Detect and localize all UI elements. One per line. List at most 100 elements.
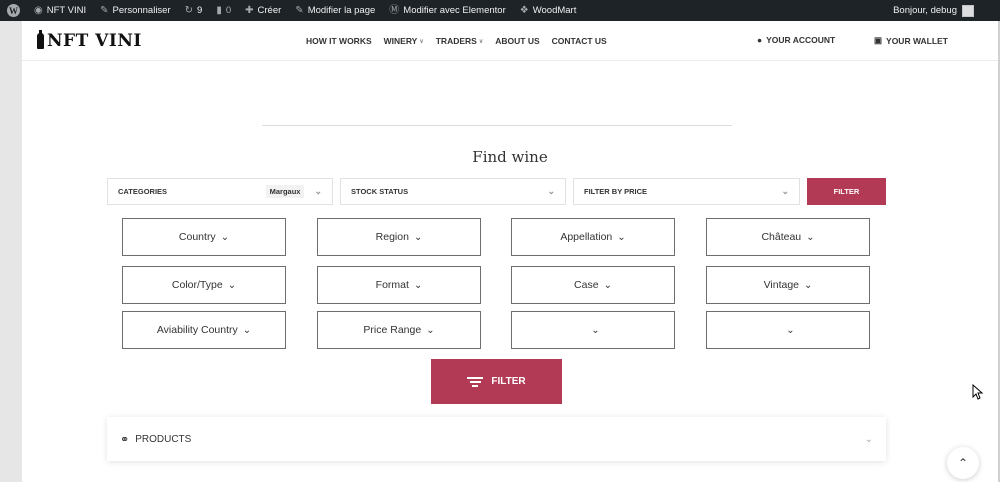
dropdown-label: Region — [375, 231, 409, 243]
greeting: Bonjour, debug — [893, 5, 957, 16]
avatar — [962, 4, 974, 17]
vintage-dropdown[interactable]: Vintage ⌄ — [706, 266, 870, 304]
edit-elementor-link[interactable]: Ⓜ Modifier avec Elementor — [382, 0, 512, 21]
chevron-down-icon: ⌄ — [426, 324, 435, 336]
wallet-label: YOUR WALLET — [886, 35, 948, 46]
chevron-down-icon: ⌄ — [314, 186, 322, 196]
nav-label: TRADERS — [435, 36, 477, 46]
chevron-down-icon: ⌄ — [227, 279, 237, 291]
main-nav: HOW IT WORKS WINERY ∨ TRADERS ∨ ABOUT US… — [306, 21, 607, 61]
empty-dropdown-2[interactable]: ⌄ — [706, 311, 870, 349]
nav-item-contact-us[interactable]: CONTACT US — [552, 36, 607, 46]
categories-select[interactable]: CATEGORIES Margaux ⌄ — [107, 178, 333, 205]
find-wine-title: Find wine — [472, 148, 548, 166]
edit-page-link[interactable]: ✎ Modifier la page — [288, 0, 382, 21]
chevron-down-icon: ⌄ — [603, 279, 612, 291]
account-label: YOUR ACCOUNT — [766, 35, 836, 45]
chevron-down-icon: ⌄ — [242, 324, 252, 336]
appellation-dropdown[interactable]: Appellation ⌄ — [511, 218, 675, 256]
site-header: NFT VINI HOW IT WORKS WINERY ∨ TRADERS ∨… — [22, 21, 998, 61]
scroll-to-top-button[interactable]: ⌃ — [947, 447, 979, 479]
chevron-down-icon: ⌄ — [413, 279, 423, 291]
woodmart-label: WoodMart — [532, 5, 577, 16]
edit-elementor-label: Modifier avec Elementor — [403, 5, 506, 16]
chevron-down-icon: ⌄ — [413, 231, 423, 243]
region-dropdown[interactable]: Region ⌄ — [317, 218, 481, 256]
dropdown-label: Color/Type — [171, 279, 223, 291]
filter-submit-label: FILTER — [491, 376, 526, 387]
wallet-link[interactable]: ▣ YOUR WALLET — [874, 35, 948, 46]
admin-bar: W ◉ NFT VINI ✎ Personnaliser ↻ 9 ▮ 0 ✚ C… — [0, 0, 1000, 21]
dropdown-label: Vintage — [763, 279, 800, 291]
mouse-cursor-icon — [972, 384, 984, 400]
nav-item-traders[interactable]: TRADERS ∨ — [436, 36, 484, 46]
filter-submit-button[interactable]: FILTER — [431, 359, 562, 404]
customize-label: Personnaliser — [112, 5, 171, 16]
nav-label: WINERY — [383, 36, 418, 46]
woodmart-link[interactable]: ❖ WoodMart — [513, 0, 584, 21]
account-link[interactable]: ● YOUR ACCOUNT — [757, 35, 835, 45]
filter-button[interactable]: FILTER — [807, 178, 886, 205]
nav-item-about-us[interactable]: ABOUT US — [495, 36, 539, 46]
elementor-icon: Ⓜ — [389, 4, 400, 16]
comments-link[interactable]: ▮ 0 — [209, 0, 238, 21]
woodmart-icon: ❖ — [519, 4, 529, 16]
nav-label: ABOUT US — [495, 36, 540, 46]
dropdown-label: Aviability Country — [156, 324, 238, 336]
stock-status-select[interactable]: STOCK STATUS ⌄ — [340, 178, 566, 205]
site-name: NFT VINI — [46, 5, 87, 16]
dropdown-label: Appellation — [560, 231, 613, 243]
price-filter-label: FILTER BY PRICE — [584, 187, 648, 196]
format-dropdown[interactable]: Format ⌄ — [317, 266, 481, 304]
site-logo[interactable]: NFT VINI — [37, 30, 142, 51]
updates-link[interactable]: ↻ 9 — [178, 0, 210, 21]
chevron-down-icon: ⌄ — [591, 324, 600, 336]
color-type-dropdown[interactable]: Color/Type ⌄ — [122, 266, 286, 304]
wine-bottle-icon: ⚭ — [120, 433, 130, 446]
chevron-down-icon: ⌄ — [806, 231, 815, 243]
pencil-icon: ✎ — [295, 4, 304, 16]
chevron-down-icon: ⌄ — [804, 279, 813, 291]
dashboard-icon: ◉ — [34, 4, 43, 16]
availability-country-dropdown[interactable]: Aviability Country ⌄ — [122, 311, 286, 349]
chevron-down-icon: ⌄ — [864, 433, 873, 445]
logo-text: NFT VINI — [47, 31, 142, 51]
chateau-dropdown[interactable]: Château ⌄ — [706, 218, 870, 256]
chevron-down-icon: ⌄ — [547, 186, 555, 196]
dropdown-label: Case — [574, 279, 599, 291]
chevron-down-icon: ⌄ — [781, 186, 789, 196]
country-dropdown[interactable]: Country ⌄ — [122, 218, 286, 256]
dropdown-label: Price Range — [363, 324, 422, 336]
customize-link[interactable]: ✎ Personnaliser — [93, 0, 177, 21]
dropdown-label: Country — [178, 231, 216, 243]
edit-page-label: Modifier la page — [307, 5, 376, 16]
nav-label: CONTACT US — [551, 36, 607, 46]
price-range-dropdown[interactable]: Price Range ⌄ — [317, 311, 481, 349]
dropdown-label: Château — [761, 231, 802, 243]
user-menu[interactable]: Bonjour, debug — [893, 4, 1000, 17]
new-content-link[interactable]: ✚ Créer — [238, 0, 288, 21]
plus-icon: ✚ — [245, 4, 254, 16]
comments-count: 0 — [225, 5, 232, 16]
brush-icon: ✎ — [100, 4, 109, 16]
user-icon: ● — [757, 35, 763, 45]
nav-item-how-it-works[interactable]: HOW IT WORKS — [306, 36, 372, 46]
case-dropdown[interactable]: Case ⌄ — [511, 266, 675, 304]
stock-status-label: STOCK STATUS — [351, 187, 409, 196]
categories-value: Margaux — [265, 185, 305, 198]
nav-label: HOW IT WORKS — [306, 36, 372, 46]
page-content: NFT VINI HOW IT WORKS WINERY ∨ TRADERS ∨… — [22, 21, 998, 482]
section-divider — [262, 125, 732, 126]
price-filter-select[interactable]: FILTER BY PRICE ⌄ — [573, 178, 800, 205]
empty-dropdown-1[interactable]: ⌄ — [511, 311, 675, 349]
nav-item-winery[interactable]: WINERY ∨ — [384, 36, 424, 46]
chevron-down-icon: ⌄ — [786, 324, 795, 336]
filter-icon — [467, 376, 484, 387]
chevron-down-icon: ⌄ — [220, 231, 230, 243]
site-name-link[interactable]: ◉ NFT VINI — [27, 0, 93, 21]
products-accordion[interactable]: ⚭ PRODUCTS ⌄ — [107, 417, 886, 461]
wordpress-menu[interactable]: W — [0, 0, 27, 21]
products-label: PRODUCTS — [135, 433, 192, 445]
wallet-icon: ▣ — [874, 35, 883, 45]
chevron-up-icon: ⌃ — [957, 456, 969, 470]
